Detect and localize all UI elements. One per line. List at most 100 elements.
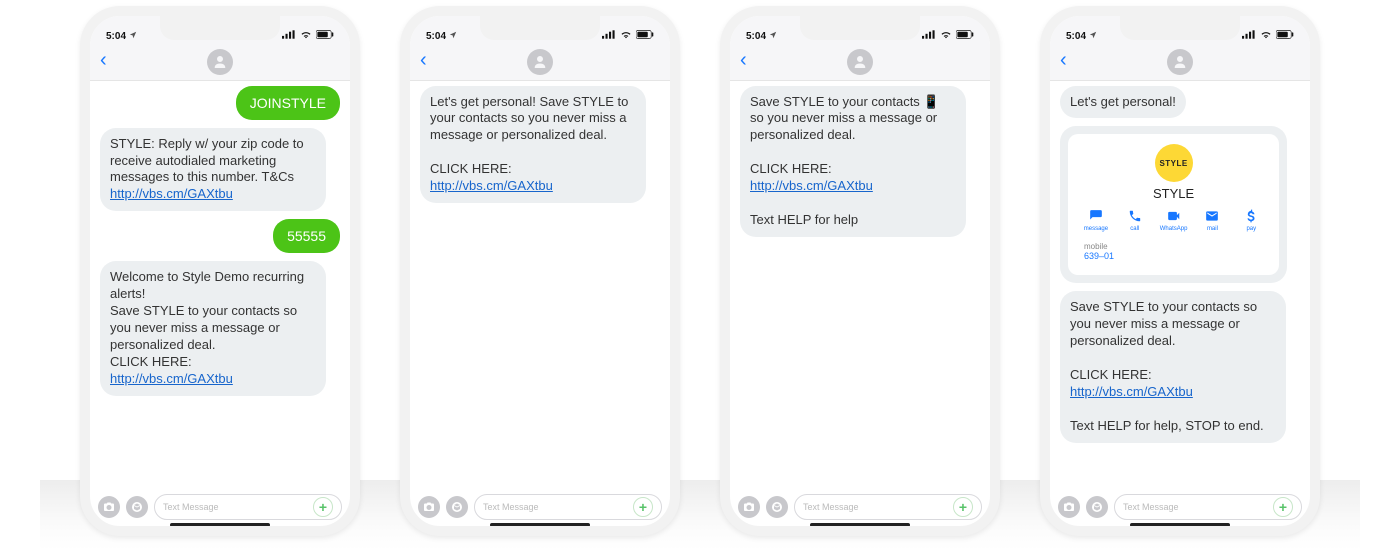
text-input[interactable]: Text Message [1114,494,1302,520]
nav-bar: ‹ [730,44,990,81]
contact-avatar[interactable] [527,49,553,75]
text-input[interactable]: Text Message [794,494,982,520]
home-indicator [170,523,270,527]
contact-avatar[interactable] [207,49,233,75]
message-thread: Save STYLE to your contacts 📱 so you nev… [730,78,990,486]
back-button[interactable]: ‹ [740,50,747,70]
appstore-button[interactable] [126,496,148,518]
sent-message: JOINSTYLE [236,86,340,120]
received-message: Welcome to Style Demo recurring alerts! … [100,261,326,395]
received-message: Let's get personal! [1060,86,1186,119]
message-text: Save STYLE to your contacts 📱 so you nev… [750,94,940,177]
appstore-button[interactable] [446,496,468,518]
status-time: 5:04 [106,31,126,42]
location-icon [1089,31,1097,42]
received-message: Save STYLE to your contacts so you never… [1060,291,1286,442]
nav-bar: ‹ [90,44,350,81]
input-placeholder: Text Message [1123,502,1179,512]
camera-button[interactable] [98,496,120,518]
message-text: Let's get personal! [1070,94,1176,109]
card-action-mail[interactable]: mail [1195,209,1231,232]
camera-button[interactable] [418,496,440,518]
brand-name: STYLE [1078,186,1269,201]
home-indicator [810,523,910,527]
contact-avatar[interactable] [1167,49,1193,75]
phone-mockup: 5:04 ‹ Let's get personal! STYLE STYLE messag… [1040,6,1320,536]
message-text: Save STYLE to your contacts so you never… [1070,299,1257,382]
brand-logo: STYLE [1155,144,1193,182]
card-action-message[interactable]: message [1078,209,1114,232]
input-placeholder: Text Message [803,502,859,512]
home-indicator [490,523,590,527]
status-time: 5:04 [426,31,446,42]
camera-button[interactable] [738,496,760,518]
message-link[interactable]: http://vbs.cm/GAXtbu [1070,384,1193,399]
message-text: 55555 [287,228,326,244]
phone-mockup: 5:04 ‹ JOINSTYLE STYLE: Reply w/ your zip c… [80,6,360,536]
send-button[interactable] [633,497,653,517]
send-button[interactable] [313,497,333,517]
received-message: Let's get personal! Save STYLE to your c… [420,86,646,203]
nav-bar: ‹ [410,44,670,81]
mobile-row: mobile639–01 [1078,238,1269,265]
card-action-WhatsApp[interactable]: WhatsApp [1156,209,1192,232]
contact-avatar[interactable] [847,49,873,75]
notch [1120,16,1240,40]
message-link[interactable]: http://vbs.cm/GAXtbu [110,371,233,386]
text-input[interactable]: Text Message [474,494,662,520]
signal-icon [1242,30,1256,42]
send-button[interactable] [1273,497,1293,517]
message-tail: Text HELP for help, STOP to end. [1070,418,1264,433]
home-indicator [1130,523,1230,527]
input-placeholder: Text Message [483,502,539,512]
input-bar: Text Message [98,494,342,520]
notch [160,16,280,40]
message-text: JOINSTYLE [250,95,326,111]
location-icon [449,31,457,42]
message-tail: Text HELP for help [750,212,858,227]
input-bar: Text Message [738,494,982,520]
message-text: Let's get personal! Save STYLE to your c… [430,94,628,177]
back-button[interactable]: ‹ [420,50,427,70]
battery-icon [636,30,654,42]
input-placeholder: Text Message [163,502,219,512]
appstore-button[interactable] [1086,496,1108,518]
status-time: 5:04 [746,31,766,42]
camera-button[interactable] [1058,496,1080,518]
back-button[interactable]: ‹ [100,50,107,70]
sent-message: 55555 [273,219,340,253]
location-icon [769,31,777,42]
text-input[interactable]: Text Message [154,494,342,520]
appstore-button[interactable] [766,496,788,518]
contact-card[interactable]: STYLE STYLE messagecallWhatsAppmailpay mobi… [1060,126,1287,283]
notch [480,16,600,40]
nav-bar: ‹ [1050,44,1310,81]
card-action-call[interactable]: call [1117,209,1153,232]
card-action-pay[interactable]: pay [1233,209,1269,232]
message-thread: Let's get personal! STYLE STYLE messagecall… [1050,78,1310,486]
status-time: 5:04 [1066,31,1086,42]
input-bar: Text Message [1058,494,1302,520]
message-text: STYLE: Reply w/ your zip code to receive… [110,136,304,185]
notch [800,16,920,40]
wifi-icon [940,30,952,42]
signal-icon [602,30,616,42]
wifi-icon [300,30,312,42]
back-button[interactable]: ‹ [1060,50,1067,70]
input-bar: Text Message [418,494,662,520]
battery-icon [956,30,974,42]
message-text: Welcome to Style Demo recurring alerts! … [110,269,304,368]
received-message: Save STYLE to your contacts 📱 so you nev… [740,86,966,237]
send-button[interactable] [953,497,973,517]
signal-icon [282,30,296,42]
message-link[interactable]: http://vbs.cm/GAXtbu [110,186,233,201]
wifi-icon [620,30,632,42]
message-link[interactable]: http://vbs.cm/GAXtbu [750,178,873,193]
signal-icon [922,30,936,42]
message-link[interactable]: http://vbs.cm/GAXtbu [430,178,553,193]
phone-mockup: 5:04 ‹ Let's get personal! Save STYLE to y… [400,6,680,536]
card-body: STYLE STYLE messagecallWhatsAppmailpay mobi… [1068,134,1279,275]
message-thread: JOINSTYLE STYLE: Reply w/ your zip code t… [90,78,350,486]
location-icon [129,31,137,42]
message-thread: Let's get personal! Save STYLE to your c… [410,78,670,486]
